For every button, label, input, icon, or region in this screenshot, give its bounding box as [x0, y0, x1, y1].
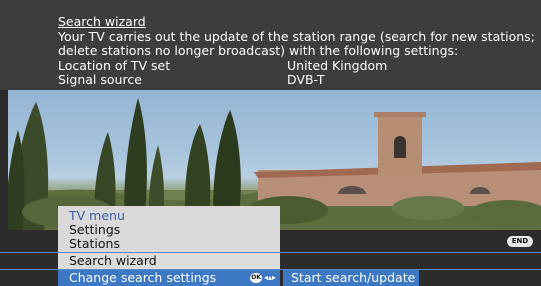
menu-item-search-wizard[interactable]: Search wizard: [58, 253, 280, 269]
wizard-description-line-2: delete stations no longer broadcast) wit…: [58, 43, 459, 58]
setting-value-location: United Kingdom: [287, 58, 388, 73]
tv-menu: TV menu Settings Stations: [58, 206, 280, 252]
info-panel: Search wizard Your TV carries out the up…: [0, 0, 541, 90]
setting-value-signal: DVB-T: [287, 72, 325, 87]
menu-item-change-search-settings[interactable]: Change search settings OK ◂▴▸: [58, 270, 280, 286]
menu-item-settings[interactable]: Settings: [69, 222, 120, 237]
menu-item-search-wizard-label: Search wizard: [69, 253, 157, 268]
setting-label-signal: Signal source: [58, 72, 142, 87]
menu-header: TV menu: [69, 208, 125, 223]
wizard-description-line-1: Your TV carries out the update of the st…: [58, 29, 535, 44]
wizard-title: Search wizard: [58, 14, 146, 29]
menu-item-change-search-settings-label: Change search settings: [69, 270, 217, 285]
setting-label-location: Location of TV set: [58, 58, 171, 73]
end-button[interactable]: END: [507, 236, 533, 247]
navigation-arrows-icon: ◂▴▸: [264, 273, 277, 282]
start-search-update-button[interactable]: Start search/update: [283, 270, 419, 286]
start-search-update-label: Start search/update: [291, 270, 416, 285]
menu-item-stations[interactable]: Stations: [69, 236, 120, 251]
ok-button-icon: OK: [250, 273, 262, 283]
